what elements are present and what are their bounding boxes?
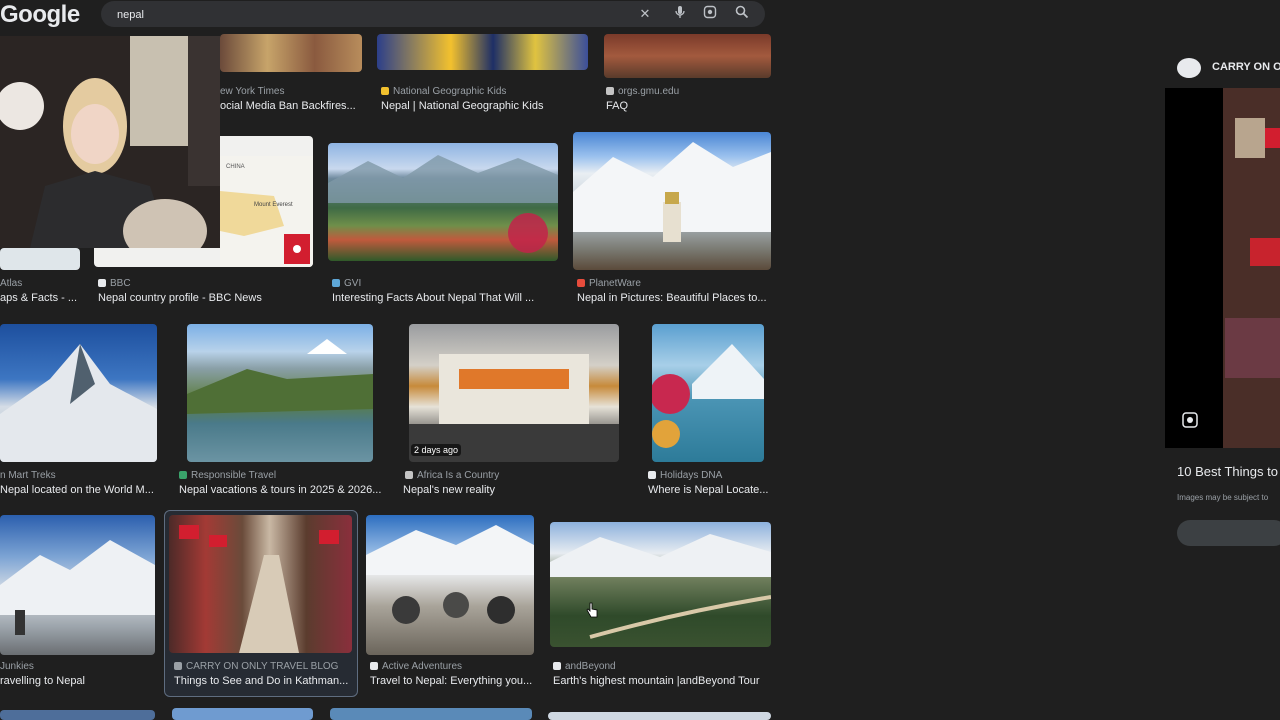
- gmu-favicon-icon: [606, 87, 614, 95]
- natgeo-favicon-icon: [381, 87, 389, 95]
- gvi-favicon-icon: [332, 279, 340, 287]
- result-title-7[interactable]: Nepal in Pictures: Beautiful Places to..…: [577, 292, 772, 304]
- result-title-5[interactable]: Nepal country profile - BBC News: [98, 292, 318, 304]
- preview-note: Images may be subject to: [1177, 493, 1269, 502]
- result-image-4[interactable]: [0, 248, 80, 270]
- map-label-china: CHINA: [226, 164, 245, 170]
- responsible-travel-favicon-icon: [179, 471, 187, 479]
- search-bar[interactable]: ✕: [101, 1, 765, 27]
- lens-icon[interactable]: [701, 5, 719, 23]
- date-badge: 2 days ago: [411, 444, 462, 456]
- google-logo[interactable]: Google: [0, 1, 80, 29]
- search-icon[interactable]: [733, 5, 751, 23]
- africa-is-a-country-favicon-icon: [405, 471, 413, 479]
- result-source-10: Africa Is a Country: [405, 470, 605, 481]
- result-image-2[interactable]: [377, 34, 588, 70]
- carry-on-only-favicon-icon: [174, 662, 182, 670]
- result-source-14: Active Adventures: [370, 661, 530, 672]
- search-input[interactable]: [115, 5, 619, 25]
- cursor-hand-icon: [586, 602, 598, 618]
- result-source-2: National Geographic Kids: [381, 86, 581, 97]
- result-image-17[interactable]: [172, 708, 313, 720]
- result-title-9[interactable]: Nepal vacations & tours in 2025 & 2026..…: [179, 484, 384, 496]
- result-title-2[interactable]: Nepal | National Geographic Kids: [381, 100, 581, 112]
- result-image-6[interactable]: [328, 143, 558, 261]
- result-source-5: BBC: [98, 278, 298, 289]
- active-adventures-favicon-icon: [370, 662, 378, 670]
- result-image-8[interactable]: [0, 324, 157, 462]
- result-image-11[interactable]: [652, 324, 764, 462]
- map-label-everest: Mount Everest: [254, 202, 293, 208]
- result-image-1[interactable]: [220, 34, 362, 72]
- result-image-9[interactable]: [187, 324, 373, 462]
- preview-panel: CARRY ON ON 10 Best Things to Images may…: [1165, 34, 1280, 720]
- planetware-favicon-icon: [577, 279, 585, 287]
- webcam-overlay: [0, 36, 220, 248]
- preview-source[interactable]: CARRY ON ON: [1212, 61, 1280, 73]
- result-image-18[interactable]: [330, 708, 532, 720]
- result-source-15: andBeyond: [553, 661, 753, 672]
- bbc-favicon-icon: [98, 279, 106, 287]
- result-title-12[interactable]: ravelling to Nepal: [0, 675, 150, 687]
- result-image-3[interactable]: [604, 34, 771, 78]
- preview-source-favicon-icon: [1177, 58, 1201, 78]
- result-title-8[interactable]: Nepal located on the World M...: [0, 484, 160, 496]
- result-source-1: ew York Times: [220, 86, 285, 97]
- result-source-13: CARRY ON ONLY TRAVEL BLOG: [174, 661, 354, 672]
- mic-icon[interactable]: [671, 5, 689, 23]
- andbeyond-favicon-icon: [553, 662, 561, 670]
- result-source-6: GVI: [332, 278, 552, 289]
- result-title-14[interactable]: Travel to Nepal: Everything you...: [370, 675, 535, 687]
- holidays-dna-favicon-icon: [648, 471, 656, 479]
- result-title-3[interactable]: FAQ: [606, 100, 766, 112]
- result-title-13[interactable]: Things to See and Do in Kathman...: [174, 675, 352, 687]
- result-title-10[interactable]: Nepal's new reality: [403, 484, 613, 496]
- lens-search-icon[interactable]: [1181, 411, 1199, 429]
- top-bar: Google ✕: [0, 0, 1280, 34]
- result-source-12: Junkies: [0, 661, 34, 672]
- result-image-19[interactable]: [548, 712, 771, 720]
- result-source-11: Holidays DNA: [648, 470, 768, 481]
- result-image-13[interactable]: [169, 515, 352, 653]
- result-title-15[interactable]: Earth's highest mountain |andBeyond Tour: [553, 675, 773, 687]
- result-image-10[interactable]: 2 days ago: [409, 324, 619, 462]
- visit-button[interactable]: [1177, 520, 1280, 546]
- result-source-4: Atlas: [0, 278, 23, 289]
- result-image-16[interactable]: [0, 710, 155, 720]
- result-image-15[interactable]: [550, 522, 771, 647]
- close-icon[interactable]: ✕: [636, 5, 654, 23]
- result-image-12[interactable]: [0, 515, 155, 655]
- result-title-6[interactable]: Interesting Facts About Nepal That Will …: [332, 292, 562, 304]
- result-source-8: n Mart Treks: [0, 470, 56, 481]
- preview-image[interactable]: [1165, 88, 1280, 448]
- result-source-9: Responsible Travel: [179, 470, 379, 481]
- result-title-11[interactable]: Where is Nepal Locate...: [648, 484, 768, 496]
- preview-title[interactable]: 10 Best Things to: [1177, 464, 1278, 479]
- result-source-3: orgs.gmu.edu: [606, 86, 766, 97]
- result-source-7: PlanetWare: [577, 278, 767, 289]
- result-image-14[interactable]: [366, 515, 534, 655]
- result-image-7[interactable]: [573, 132, 771, 270]
- result-title-4[interactable]: aps & Facts - ...: [0, 292, 88, 304]
- result-title-1[interactable]: ocial Media Ban Backfires...: [220, 100, 365, 112]
